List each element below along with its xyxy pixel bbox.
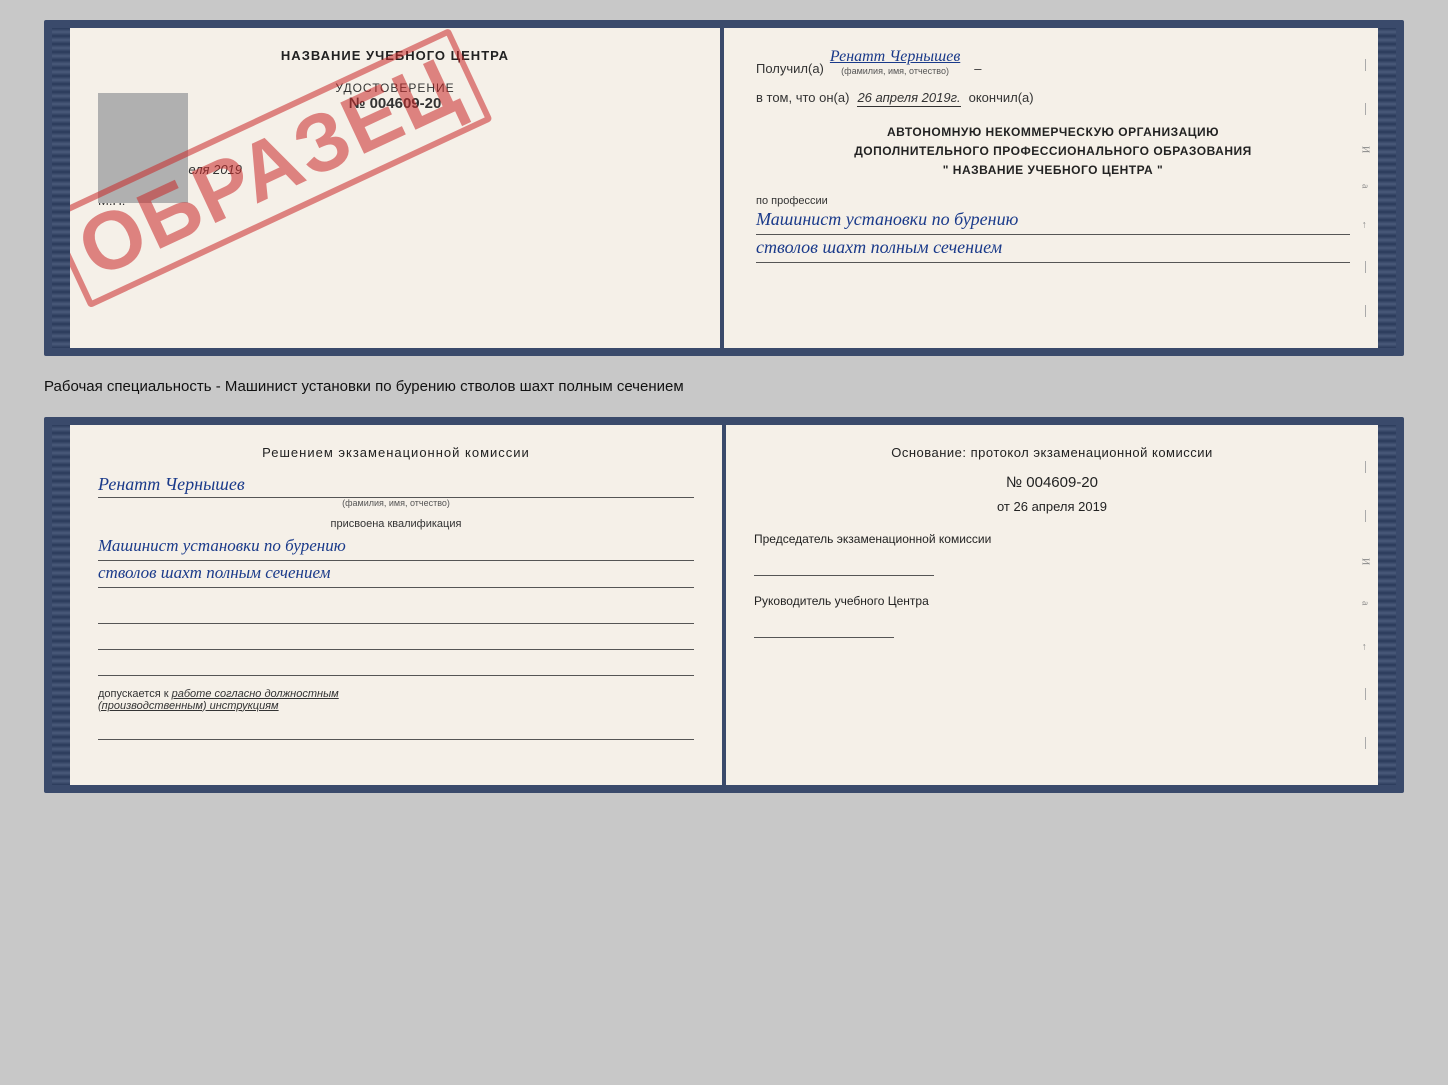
received-line: Получил(а) Ренатт Чернышев (фамилия, имя… [756,48,1350,76]
допускается-label: допускается к [98,688,169,700]
right-side-deco: И а ← [1358,28,1372,348]
protocol-date-value: 26 апреля 2019 [1014,499,1108,514]
fio-hint-top: (фамилия, имя, отчество) [841,66,949,76]
protocol-date-prefix: от [997,499,1010,514]
left-spine [52,28,70,348]
top-document-row: НАЗВАНИЕ УЧЕБНОГО ЦЕНТРА ОБРАЗЕЦ УДОСТОВ… [44,20,1404,356]
инструкции-label: (производственным) инструкциям [98,700,279,712]
org-line2: ДОПОЛНИТЕЛЬНОГО ПРОФЕССИОНАЛЬНОГО ОБРАЗО… [756,142,1350,161]
работе-label: работе согласно должностным [172,688,339,700]
sig-line-2 [98,630,694,650]
bottom-name-block: Ренатт Чернышев (фамилия, имя, отчество) [98,474,694,508]
director-block: Руководитель учебного Центра [754,592,1350,638]
sig-line-3 [98,656,694,676]
profession-line2: стволов шахт полным сечением [756,235,1350,263]
dash-separator: – [974,61,981,76]
top-right-page: Получил(а) Ренатт Чернышев (фамилия, имя… [724,28,1378,348]
director-sig-line [754,618,894,638]
bottom-right-side-deco: И а ← [1358,425,1372,785]
bottom-left-title: Решением экзаменационной комиссии [98,445,694,460]
bottom-document-row: Решением экзаменационной комиссии Ренатт… [44,417,1404,793]
top-left-page: НАЗВАНИЕ УЧЕБНОГО ЦЕНТРА ОБРАЗЕЦ УДОСТОВ… [70,28,720,348]
date-prefix: в том, что он(а) [756,90,849,105]
right-spine-top [1378,28,1396,348]
bottom-right-page: Основание: протокол экзаменационной коми… [726,425,1378,785]
received-label: Получил(а) [756,61,824,76]
org-line3: " НАЗВАНИЕ УЧЕБНОГО ЦЕНТРА " [756,161,1350,180]
bottom-right-title: Основание: протокол экзаменационной коми… [754,445,1350,460]
signature-lines [98,604,694,676]
protocol-number: № 004609-20 [754,474,1350,491]
profession-label: по профессии [756,195,1350,207]
date-line: в том, что он(а) 26 апреля 2019г. окончи… [756,90,1350,107]
chairman-block: Председатель экзаменационной комиссии [754,530,1350,576]
date-suffix: окончил(а) [969,90,1034,105]
protocol-date: от 26 апреля 2019 [754,499,1350,514]
sig-line-bottom [98,720,694,740]
date-value: 26 апреля 2019г. [857,90,960,107]
bottom-name: Ренатт Чернышев [98,474,694,498]
sig-line-1 [98,604,694,624]
chairman-sig-line [754,556,934,576]
qualification-line1: Машинист установки по бурению [98,534,694,561]
top-left-title: НАЗВАНИЕ УЧЕБНОГО ЦЕНТРА [98,48,692,63]
org-block: АВТОНОМНУЮ НЕКОММЕРЧЕСКУЮ ОРГАНИЗАЦИЮ ДО… [756,123,1350,181]
допускается-block: допускается к работе согласно должностны… [98,688,694,712]
right-spine-bottom [1378,425,1396,785]
profession-line1: Машинист установки по бурению [756,207,1350,235]
bottom-left-page: Решением экзаменационной комиссии Ренатт… [70,425,722,785]
bottom-left-spine [52,425,70,785]
org-line1: АВТОНОМНУЮ НЕКОММЕРЧЕСКУЮ ОРГАНИЗАЦИЮ [756,123,1350,142]
photo-box [98,93,188,203]
specialty-label: Рабочая специальность - Машинист установ… [44,374,1404,399]
bottom-fio-hint: (фамилия, имя, отчество) [98,498,694,508]
received-name: Ренатт Чернышев [830,48,960,66]
director-label: Руководитель учебного Центра [754,592,1350,610]
qualification-line2: стволов шахт полным сечением [98,561,694,588]
protocol-number-value: № 004609-20 [1006,474,1098,491]
profession-block: по профессии Машинист установки по бурен… [756,195,1350,263]
qualification-label-text: присвоена квалификация [98,518,694,530]
chairman-label: Председатель экзаменационной комиссии [754,530,1350,548]
